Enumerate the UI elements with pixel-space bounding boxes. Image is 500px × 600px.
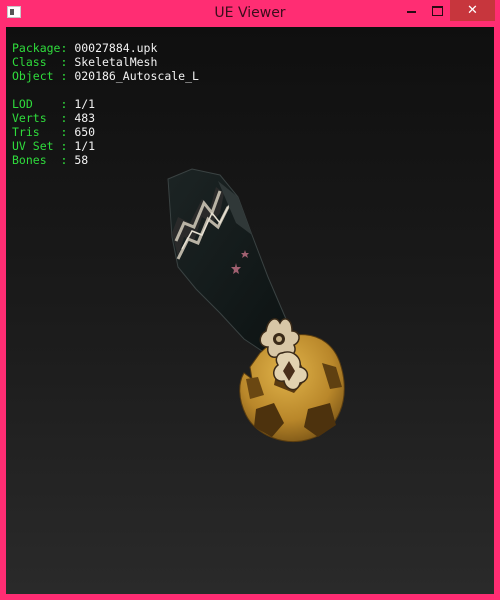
3d-viewport[interactable]: Package: 00027884.upk Class : SkeletalMe… bbox=[6, 27, 494, 594]
minimize-button[interactable] bbox=[399, 0, 423, 21]
maximize-icon bbox=[431, 5, 443, 16]
minimize-icon bbox=[406, 10, 416, 13]
close-icon: ✕ bbox=[467, 3, 478, 18]
close-button[interactable]: ✕ bbox=[450, 0, 495, 21]
skeletal-mesh-render bbox=[167, 168, 345, 443]
maximize-button[interactable] bbox=[425, 0, 449, 21]
app-window: UE Viewer ✕ Package: 00027884.upk Class … bbox=[0, 0, 500, 600]
title-bar[interactable]: UE Viewer ✕ bbox=[0, 0, 500, 27]
